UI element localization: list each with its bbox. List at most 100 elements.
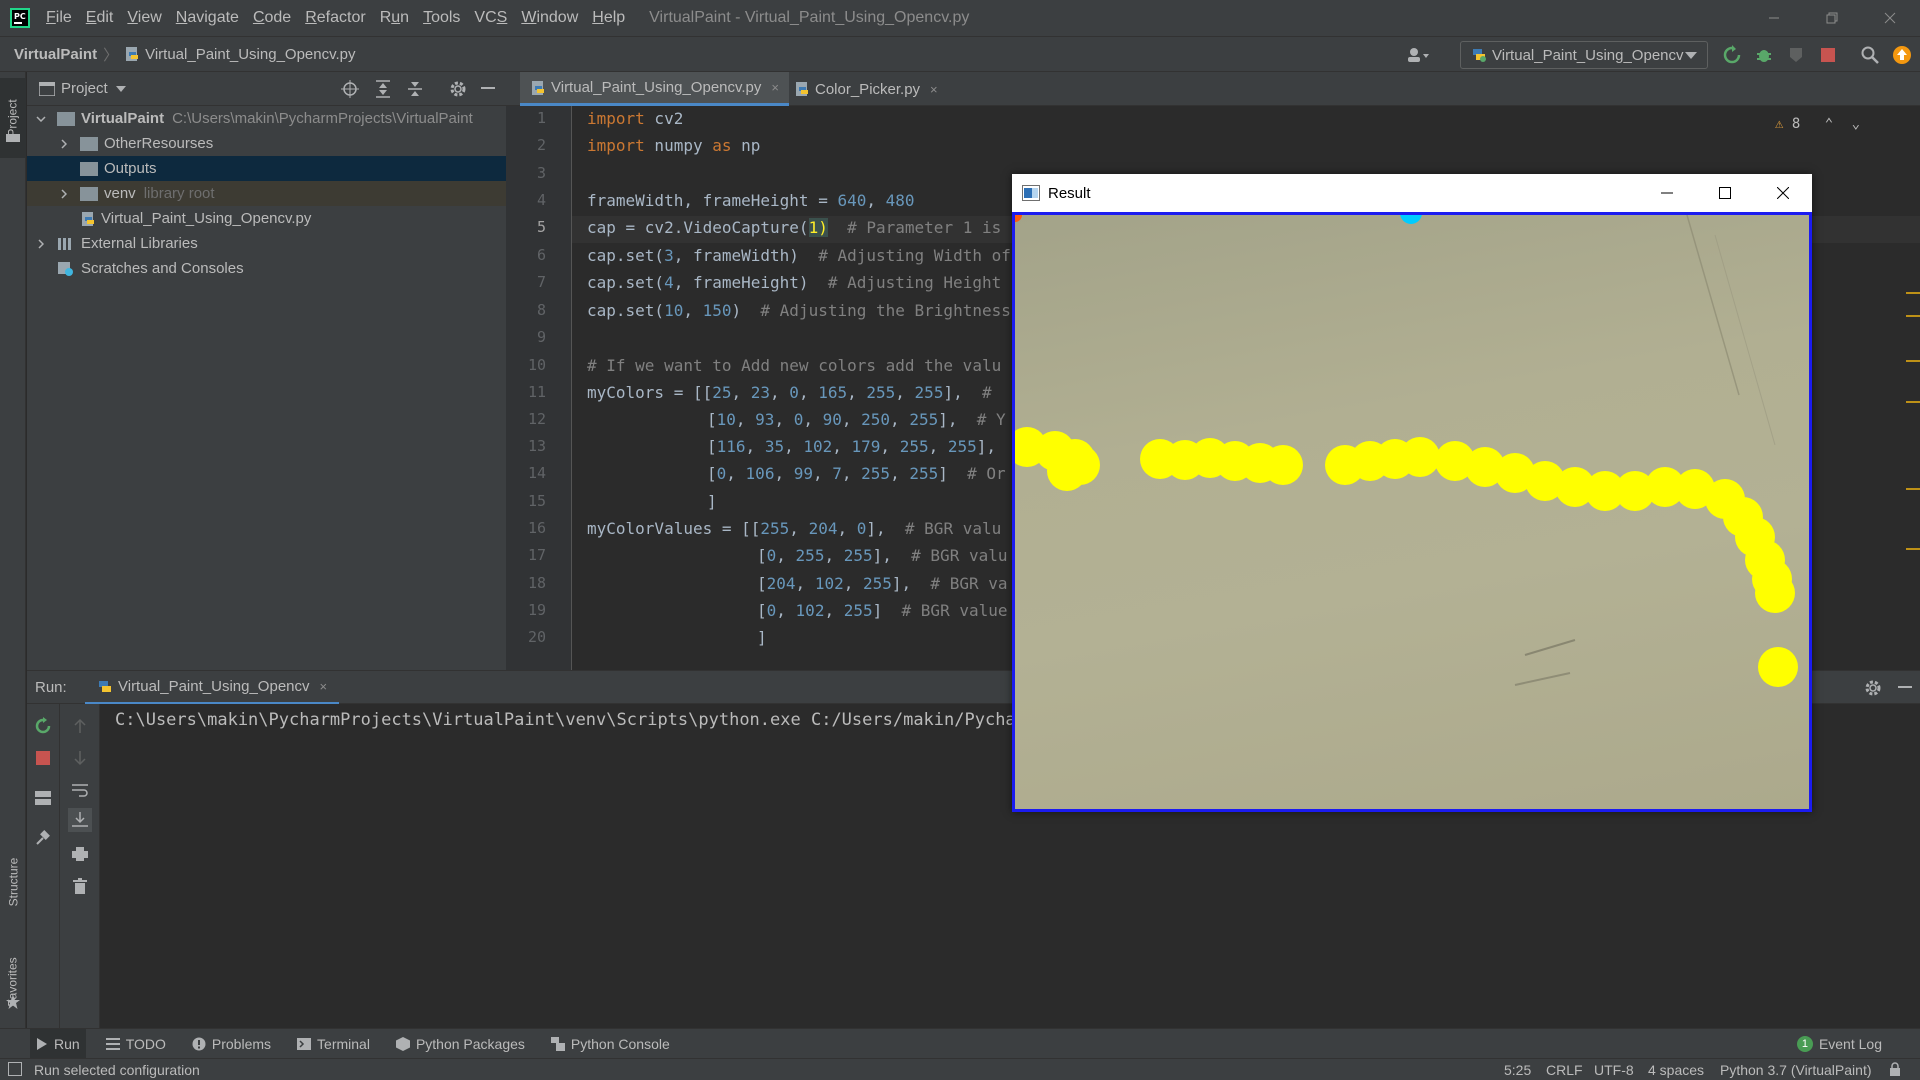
result-maximize-button[interactable]: [1696, 174, 1754, 212]
structure-tool-tab[interactable]: Structure: [0, 832, 26, 932]
chevron-right-icon[interactable]: [56, 186, 72, 202]
menu-item[interactable]: Navigate: [176, 9, 239, 26]
toggle-tool-windows-icon[interactable]: [8, 1062, 22, 1076]
up-stack-button[interactable]: [68, 714, 92, 738]
python-packages-tool-tab[interactable]: Python Packages: [390, 1029, 531, 1059]
menu-item[interactable]: Refactor: [305, 9, 365, 26]
close-tab-icon[interactable]: ×: [930, 82, 938, 97]
favorites-tool-tab[interactable]: Favorites: [0, 932, 26, 1032]
project-tool-tab[interactable]: Project: [0, 78, 26, 158]
search-everywhere-button[interactable]: [1858, 43, 1882, 67]
indent-setting[interactable]: 4 spaces: [1648, 1062, 1704, 1078]
problems-tool-tab[interactable]: Problems: [186, 1029, 277, 1059]
minimize-button[interactable]: [1746, 0, 1802, 36]
layout-button[interactable]: [31, 786, 55, 810]
expand-all-button[interactable]: [373, 79, 393, 99]
breadcrumb-project[interactable]: VirtualPaint: [14, 46, 97, 63]
chevron-down-icon[interactable]: ⌄: [1852, 116, 1860, 132]
stop-button[interactable]: [31, 746, 55, 770]
project-settings-button[interactable]: [448, 79, 468, 99]
coverage-button[interactable]: [1784, 43, 1808, 67]
python-interpreter[interactable]: Python 3.7 (VirtualPaint): [1720, 1062, 1872, 1078]
result-window-titlebar[interactable]: Result: [1012, 174, 1812, 212]
gear-icon[interactable]: [1864, 679, 1882, 697]
tree-item-scratches[interactable]: Scratches and Consoles: [27, 256, 506, 281]
close-tab-icon[interactable]: ×: [771, 80, 779, 95]
error-stripe-mark[interactable]: [1906, 315, 1920, 317]
soft-wrap-button[interactable]: [68, 778, 92, 802]
chevron-down-icon[interactable]: [33, 111, 49, 127]
navigation-bar: VirtualPaint 〉 Virtual_Paint_Using_Openc…: [0, 36, 1920, 72]
run-configuration-select[interactable]: Virtual_Paint_Using_Opencv: [1460, 41, 1708, 69]
menu-item[interactable]: Tools: [423, 9, 460, 26]
close-button[interactable]: [1862, 0, 1918, 36]
breadcrumb-file[interactable]: Virtual_Paint_Using_Opencv.py: [145, 46, 355, 63]
pin-tab-button[interactable]: [31, 826, 55, 850]
result-minimize-button[interactable]: [1638, 174, 1696, 212]
menu-item[interactable]: Edit: [86, 9, 114, 26]
updates-button[interactable]: [1890, 43, 1914, 67]
rerun-button[interactable]: [31, 714, 55, 738]
tree-item-python-file[interactable]: Virtual_Paint_Using_Opencv.py: [27, 206, 506, 231]
chevron-down-icon[interactable]: [115, 85, 126, 92]
line-number: 2: [536, 136, 546, 154]
line-separator[interactable]: CRLF: [1546, 1062, 1583, 1078]
minimize-icon: [481, 87, 495, 89]
chevron-right-icon[interactable]: [33, 236, 49, 252]
result-close-button[interactable]: [1754, 174, 1812, 212]
wall-mark: [1524, 639, 1576, 656]
menu-item[interactable]: Run: [380, 9, 409, 26]
inspection-widget[interactable]: ⚠ 8 ⌃ ⌄: [1775, 116, 1860, 132]
collapse-all-button[interactable]: [405, 79, 425, 99]
run-tool-tab[interactable]: Run: [30, 1028, 86, 1059]
error-stripe-mark[interactable]: [1906, 360, 1920, 362]
tree-item-venv[interactable]: venv library root: [27, 181, 506, 206]
menu-item[interactable]: File: [46, 9, 72, 26]
python-file-icon: [126, 47, 139, 61]
error-stripe-mark[interactable]: [1906, 548, 1920, 550]
tree-item-otherresourses[interactable]: OtherResourses: [27, 131, 506, 156]
todo-tool-tab[interactable]: TODO: [100, 1029, 172, 1059]
result-window[interactable]: Result: [1012, 174, 1812, 812]
event-log-tab[interactable]: 1 Event Log: [1796, 1029, 1882, 1059]
editor-tab-color-picker[interactable]: Color_Picker.py ×: [784, 72, 948, 106]
project-panel-title[interactable]: Project: [61, 80, 108, 97]
menu-item[interactable]: Window: [521, 9, 578, 26]
chevron-right-icon[interactable]: [56, 136, 72, 152]
debug-button[interactable]: [1752, 43, 1776, 67]
hide-panel-button[interactable]: [478, 79, 498, 99]
menu-item[interactable]: Help: [592, 9, 625, 26]
restore-button[interactable]: [1804, 0, 1860, 36]
clear-all-button[interactable]: [68, 874, 92, 898]
lock-icon[interactable]: [1888, 1062, 1902, 1076]
error-stripe-mark[interactable]: [1906, 401, 1920, 403]
editor-tab-virtual-paint[interactable]: Virtual_Paint_Using_Opencv.py ×: [520, 72, 789, 106]
menu-item[interactable]: VCS: [474, 9, 507, 26]
down-stack-button[interactable]: [68, 746, 92, 770]
code-line-17: [0, 255, 255], # BGR valu: [757, 546, 1008, 565]
user-button[interactable]: [1406, 43, 1430, 67]
scroll-to-end-button[interactable]: [68, 808, 92, 832]
python-console-tool-tab[interactable]: Python Console: [545, 1029, 676, 1059]
chevron-up-icon[interactable]: ⌃: [1825, 116, 1833, 132]
error-stripe-mark[interactable]: [1906, 292, 1920, 294]
code-line-15: ]: [707, 492, 717, 511]
tree-item-external-libraries[interactable]: External Libraries: [27, 231, 506, 256]
print-button[interactable]: [68, 842, 92, 866]
wall-mark: [1514, 672, 1571, 686]
menu-item[interactable]: View: [127, 9, 161, 26]
tree-item-virtualpaint[interactable]: VirtualPaint C:\Users\makin\PycharmProje…: [27, 106, 506, 131]
run-configuration-label: Virtual_Paint_Using_Opencv: [1492, 46, 1684, 64]
error-stripe-mark[interactable]: [1906, 488, 1920, 490]
stop-button[interactable]: [1816, 43, 1840, 67]
tree-item-outputs[interactable]: Outputs: [27, 156, 506, 181]
caret-position[interactable]: 5:25: [1504, 1062, 1531, 1078]
terminal-tool-tab[interactable]: Terminal: [291, 1029, 376, 1059]
minimize-icon[interactable]: [1898, 686, 1912, 690]
run-tab[interactable]: Virtual_Paint_Using_Opencv ×: [85, 671, 340, 705]
rerun-button[interactable]: [1720, 43, 1744, 67]
menu-item[interactable]: Code: [253, 9, 291, 26]
close-tab-icon[interactable]: ×: [320, 679, 328, 694]
file-encoding[interactable]: UTF-8: [1594, 1062, 1634, 1078]
locate-file-button[interactable]: [340, 79, 360, 99]
